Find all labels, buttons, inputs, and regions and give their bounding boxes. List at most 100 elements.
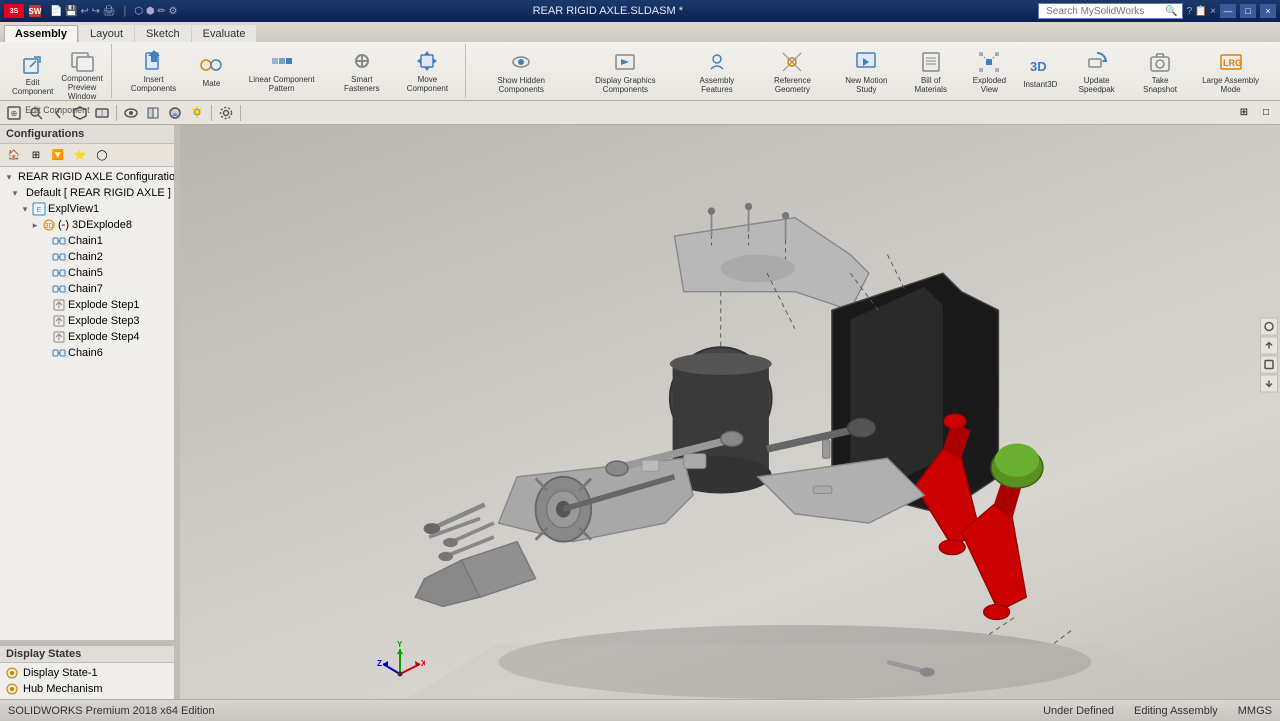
expand-3dexplode8[interactable]: ▸ (30, 220, 40, 230)
tree-item-explstep4[interactable]: ▸ Explode Step4 (2, 329, 172, 345)
panel-circle-button[interactable]: ◯ (92, 146, 112, 164)
right-btn-4[interactable] (1260, 374, 1278, 392)
display-state-hub-label: Hub Mechanism (23, 683, 102, 695)
svg-text:3D: 3D (45, 223, 54, 230)
minimize-button[interactable]: — (1220, 4, 1236, 18)
tree-item-chain5[interactable]: ▸ Chain5 (2, 265, 172, 281)
linear-pattern-button[interactable]: Linear Component Pattern (235, 45, 327, 96)
assembly-features-button[interactable]: Assembly Features (683, 46, 752, 97)
titlebar-controls: 🔍 ? 📋 × — □ × (1038, 3, 1276, 19)
panel-filter-button[interactable]: 🔽 (48, 146, 68, 164)
display-state-hub[interactable]: Hub Mechanism (4, 681, 170, 697)
tree-item-explstep1[interactable]: ▸ Explode Step1 (2, 297, 172, 313)
move-component-button[interactable]: Move Component (396, 45, 460, 96)
reference-geometry-label: Reference Geometry (757, 77, 827, 95)
mate-button[interactable]: Mate (191, 49, 231, 91)
show-hidden-button[interactable]: Show Hidden Components (474, 46, 568, 97)
solidworks-logo: 3S (4, 4, 24, 18)
tree-item-3dexplode8-label: (-) 3DExplode8 (58, 219, 132, 231)
tree-item-explstep3[interactable]: ▸ Explode Step3 (2, 313, 172, 329)
insert-components-icon (140, 47, 168, 75)
expand-default[interactable]: ▾ (10, 188, 20, 198)
right-btn-2[interactable] (1260, 336, 1278, 354)
maximize-button[interactable]: □ (1240, 4, 1256, 18)
panel-grid-button[interactable]: ⊞ (26, 146, 46, 164)
tree-item-chain6[interactable]: ▸ Chain6 (2, 345, 172, 361)
close-button[interactable]: × (1260, 4, 1276, 18)
tab-assembly[interactable]: Assembly (4, 25, 78, 42)
title-text: REAR RIGID AXLE.SLDASM * (533, 5, 683, 17)
expand-root[interactable]: ▾ (4, 172, 14, 182)
new-motion-study-label: New Motion Study (836, 77, 897, 95)
large-assembly-button[interactable]: LRG Large Assembly Mode (1191, 46, 1270, 97)
tree-item-explview1[interactable]: ▾ E ExplView1 (2, 201, 172, 217)
tree-item-3dexplode8[interactable]: ▸ 3D (-) 3DExplode8 (2, 217, 172, 233)
linear-pattern-label: Linear Component Pattern (237, 76, 325, 94)
3d-view-button[interactable] (70, 104, 90, 122)
tree-item-chain1-label: Chain1 (68, 235, 103, 247)
display-style-button[interactable] (92, 104, 112, 122)
display-states-list: Display State-1 Hub Mechanism (0, 663, 174, 699)
new-motion-study-button[interactable]: New Motion Study (834, 46, 899, 97)
zoom-to-fit-button[interactable]: ⊕ (4, 104, 24, 122)
tree-item-chain2[interactable]: ▸ Chain2 (2, 249, 172, 265)
insert-components-button[interactable]: Insert Components (120, 45, 188, 96)
display-graphics-button[interactable]: Display Graphics Components (572, 46, 678, 97)
zoom-area-button[interactable]: + (26, 104, 46, 122)
smart-fasteners-button[interactable]: Smart Fasteners (332, 45, 392, 96)
exploded-view-button[interactable]: Exploded View (962, 46, 1016, 97)
right-panel-buttons (1260, 317, 1278, 392)
bill-of-materials-button[interactable]: Bill of Materials (903, 46, 958, 97)
edit-appearance-button[interactable] (165, 104, 185, 122)
display-state-1[interactable]: Display State-1 (4, 665, 170, 681)
3d-viewport[interactable]: X Y Z (180, 125, 1280, 699)
search-bar[interactable]: 🔍 (1038, 3, 1182, 19)
reference-geometry-button[interactable]: Reference Geometry (755, 46, 829, 97)
tree-item-explstep4-label: Explode Step4 (68, 331, 140, 343)
tree-item-default-label: Default [ REAR RIGID AXLE ] (26, 187, 171, 199)
update-speedpak-button[interactable]: Update Speedpak (1064, 46, 1129, 97)
solidworks-icon: SW (28, 4, 42, 18)
previous-view-button[interactable] (48, 104, 68, 122)
section-view-button[interactable] (143, 104, 163, 122)
tree-item-chain7[interactable]: ▸ Chain7 (2, 281, 172, 297)
large-assembly-label: Large Assembly Mode (1193, 77, 1268, 95)
take-snapshot-button[interactable]: Take Snapshot (1133, 46, 1187, 97)
expand-explview1[interactable]: ▾ (20, 204, 30, 214)
right-btn-1[interactable] (1260, 317, 1278, 335)
search-input[interactable] (1043, 6, 1163, 17)
window-max-button[interactable]: □ (1256, 104, 1276, 122)
linear-pattern-icon (268, 47, 296, 75)
tree-item-default[interactable]: ▾ Default [ REAR RIGID AXLE ] (2, 185, 172, 201)
new-motion-study-icon (852, 48, 880, 76)
move-component-icon (413, 47, 441, 75)
tree-item-explstep3-label: Explode Step3 (68, 315, 140, 327)
edit-component-button[interactable]: Edit Component (10, 48, 55, 99)
tab-sketch[interactable]: Sketch (135, 25, 191, 42)
ribbon-tabs: Assembly Layout Sketch Evaluate (0, 22, 1280, 42)
coordinate-triad: X Y Z (375, 639, 425, 689)
tab-evaluate[interactable]: Evaluate (192, 25, 257, 42)
display-state-1-icon (5, 666, 19, 680)
edit-component-icon (19, 50, 47, 78)
lighting-button[interactable] (187, 104, 207, 122)
window-tile-button[interactable]: ⊞ (1234, 104, 1254, 122)
tree-item-chain1[interactable]: ▸ Chain1 (2, 233, 172, 249)
hide-show-button[interactable] (121, 104, 141, 122)
instant3d-button[interactable]: 3D Instant3D (1020, 50, 1060, 92)
tab-layout[interactable]: Layout (79, 25, 134, 42)
update-speedpak-icon (1083, 48, 1111, 76)
right-btn-3[interactable] (1260, 355, 1278, 373)
ribbon-group-edit: Edit Component Component Preview Window … (4, 44, 112, 98)
tree-item-explview1-label: ExplView1 (48, 203, 99, 215)
explview-icon: E (32, 202, 46, 216)
component-preview-button[interactable]: Component Preview Window (59, 44, 104, 103)
display-graphics-icon (611, 48, 639, 76)
tree-item-root[interactable]: ▾ C REAR RIGID AXLE Configuration(s) (2, 169, 172, 185)
panel-star-button[interactable]: ⭐ (70, 146, 90, 164)
settings-button[interactable] (216, 104, 236, 122)
panel-home-button[interactable]: 🏠 (4, 146, 24, 164)
mate-label: Mate (203, 80, 221, 89)
ribbon-group-main: Insert Components Mate Linear Component … (114, 44, 466, 98)
instant3d-label: Instant3D (1023, 81, 1057, 90)
